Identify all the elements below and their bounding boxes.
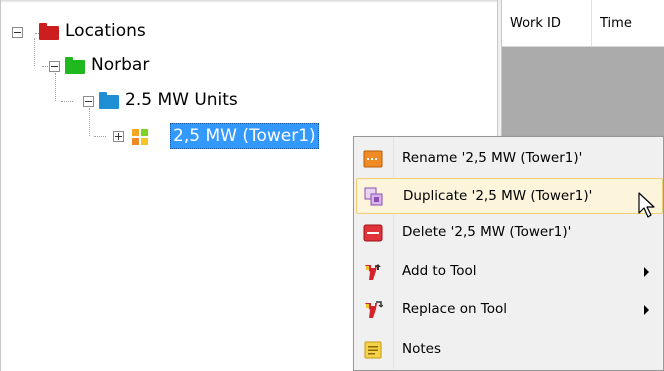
mouse-pointer-icon [637, 191, 659, 221]
red-folder-icon [39, 23, 59, 40]
collapse-icon[interactable] [12, 27, 23, 38]
column-header-time[interactable]: Time [592, 0, 664, 47]
expand-icon[interactable] [113, 131, 124, 142]
menu-item-rename[interactable]: Rename '2,5 MW (Tower1)' [356, 141, 663, 177]
submenu-arrow-icon [644, 305, 649, 315]
green-folder-icon [65, 57, 85, 74]
tree-node-label: Locations [65, 21, 146, 41]
duplicate-icon [364, 187, 384, 207]
tree-connector [55, 73, 56, 101]
menu-item-notes[interactable]: Notes [356, 332, 663, 368]
multicolor-grid-icon [131, 128, 149, 146]
submenu-arrow-icon [644, 267, 649, 277]
menu-item-replace-on-tool[interactable]: Replace on Tool [356, 292, 663, 328]
menu-item-label: Add to Tool [402, 263, 477, 279]
menu-item-label: Rename '2,5 MW (Tower1)' [402, 150, 583, 166]
rename-icon [363, 149, 383, 169]
collapse-icon[interactable] [49, 61, 60, 72]
column-header-work-id[interactable]: Work ID [502, 0, 592, 47]
wrench-replace-icon [363, 300, 384, 320]
delete-icon [363, 223, 383, 243]
tree-connector [61, 101, 73, 102]
tree-node-label-selected: 2,5 MW (Tower1) [170, 123, 319, 149]
tree-connector [89, 108, 90, 136]
menu-item-label: Duplicate '2,5 MW (Tower1)' [403, 188, 593, 204]
context-menu: Rename '2,5 MW (Tower1)' Duplicate '2,5 … [353, 136, 664, 371]
tree-connector [34, 38, 35, 66]
grid-header: Work ID Time [502, 0, 664, 47]
tree-node-label: 2.5 MW Units [125, 90, 238, 110]
menu-item-label: Delete '2,5 MW (Tower1)' [402, 224, 572, 240]
notes-icon [363, 340, 383, 360]
menu-item-label: Notes [402, 341, 441, 357]
tree-connector [94, 136, 106, 137]
menu-item-label: Replace on Tool [402, 301, 508, 317]
collapse-icon[interactable] [83, 96, 94, 107]
menu-item-add-to-tool[interactable]: Add to Tool [356, 254, 663, 290]
blue-folder-icon [99, 92, 119, 109]
wrench-add-icon [363, 262, 383, 282]
menu-item-duplicate[interactable]: Duplicate '2,5 MW (Tower1)' [356, 178, 663, 214]
tree-node-label: Norbar [91, 55, 150, 75]
menu-item-delete[interactable]: Delete '2,5 MW (Tower1)' [356, 215, 663, 251]
